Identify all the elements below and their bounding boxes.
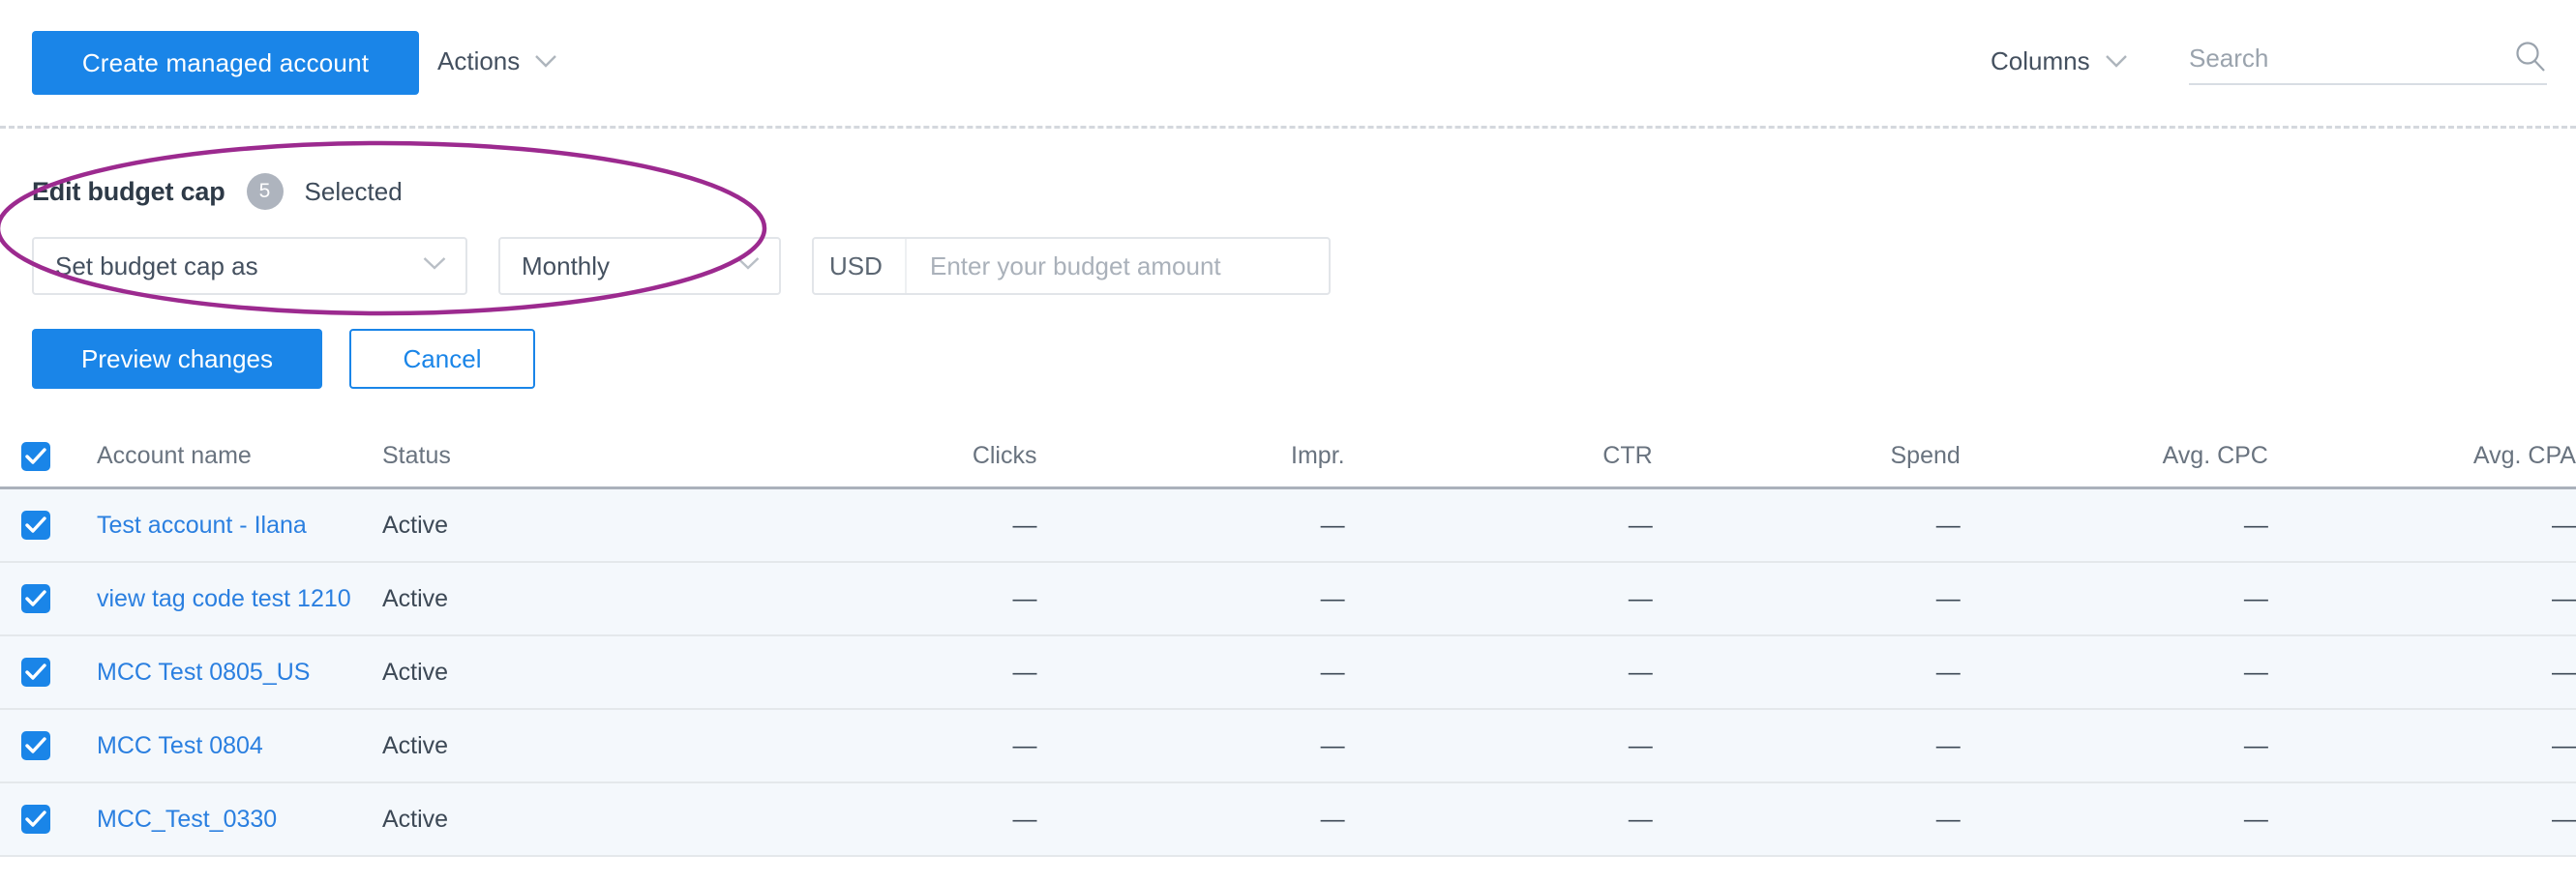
column-header-ctr[interactable]: CTR bbox=[1603, 442, 1652, 469]
chevron-down-icon bbox=[2105, 55, 2127, 68]
currency-prefix: USD bbox=[814, 239, 907, 293]
search-input[interactable] bbox=[2189, 37, 2508, 79]
top-toolbar: Create managed account Actions Columns bbox=[0, 0, 2576, 127]
metric-ctr: — bbox=[1628, 658, 1653, 686]
metric-avg-cpa: — bbox=[2551, 805, 2576, 833]
column-header-account-name[interactable]: Account name bbox=[97, 442, 252, 469]
create-managed-account-button[interactable]: Create managed account bbox=[32, 31, 419, 95]
row-checkbox[interactable] bbox=[21, 658, 50, 687]
account-status: Active bbox=[382, 658, 449, 686]
cancel-button[interactable]: Cancel bbox=[349, 329, 535, 389]
metric-avg-cpa: — bbox=[2551, 731, 2576, 759]
metric-avg-cpc: — bbox=[2243, 805, 2268, 833]
columns-dropdown[interactable]: Columns bbox=[1991, 46, 2127, 76]
selected-label: Selected bbox=[304, 176, 403, 206]
metric-avg-cpc: — bbox=[2243, 511, 2268, 539]
metric-clicks: — bbox=[1012, 511, 1037, 539]
panel-actions: Preview changes Cancel bbox=[32, 329, 535, 389]
metric-spend: — bbox=[1935, 731, 1961, 759]
edit-budget-cap-panel: Edit budget cap 5 Selected Set budget ca… bbox=[0, 135, 1355, 389]
select-all-cell[interactable] bbox=[0, 441, 58, 471]
budget-period-value: Monthly bbox=[522, 250, 611, 280]
toolbar-divider bbox=[0, 126, 2576, 129]
account-name-link[interactable]: MCC Test 0805_US bbox=[97, 659, 310, 686]
metric-spend: — bbox=[1935, 584, 1961, 612]
metric-ctr: — bbox=[1628, 805, 1653, 833]
metric-clicks: — bbox=[1012, 584, 1037, 612]
columns-dropdown-label: Columns bbox=[1991, 46, 2090, 75]
budget-amount-field[interactable]: USD bbox=[812, 237, 1331, 295]
account-status: Active bbox=[382, 731, 449, 759]
table-row[interactable]: view tag code test 1210 Active — — — — — — bbox=[0, 563, 2576, 636]
row-checkbox[interactable] bbox=[21, 731, 50, 760]
row-select-cell[interactable] bbox=[0, 658, 58, 687]
metric-impr: — bbox=[1320, 511, 1345, 539]
actions-dropdown-label: Actions bbox=[437, 46, 521, 75]
metric-clicks: — bbox=[1012, 805, 1037, 833]
budget-period-select[interactable]: Monthly bbox=[498, 237, 781, 295]
row-checkbox[interactable] bbox=[21, 584, 50, 613]
actions-dropdown[interactable]: Actions bbox=[437, 46, 557, 76]
chevron-down-icon bbox=[535, 55, 557, 68]
row-select-cell[interactable] bbox=[0, 584, 58, 613]
row-checkbox[interactable] bbox=[21, 511, 50, 540]
budget-cap-type-value: Set budget cap as bbox=[55, 250, 258, 280]
table-row[interactable]: Test account - Ilana Active — — — — — — bbox=[0, 489, 2576, 563]
panel-header: Edit budget cap 5 Selected bbox=[32, 173, 403, 210]
table-row[interactable]: MCC Test 0805_US Active — — — — — — bbox=[0, 636, 2576, 710]
selected-count-badge: 5 bbox=[246, 173, 284, 210]
metric-impr: — bbox=[1320, 584, 1345, 612]
account-name-link[interactable]: Test account - Ilana bbox=[97, 512, 307, 539]
budget-cap-type-select[interactable]: Set budget cap as bbox=[32, 237, 467, 295]
metric-ctr: — bbox=[1628, 731, 1653, 759]
row-select-cell[interactable] bbox=[0, 805, 58, 834]
table-header-row: Account name Status Clicks Impr. CTR Spe… bbox=[0, 426, 2576, 489]
account-status: Active bbox=[382, 511, 449, 539]
account-name-link[interactable]: MCC Test 0804 bbox=[97, 732, 263, 759]
metric-avg-cpc: — bbox=[2243, 584, 2268, 612]
table-row[interactable]: MCC Test 0804 Active — — — — — — bbox=[0, 710, 2576, 783]
metric-avg-cpa: — bbox=[2551, 511, 2576, 539]
budget-amount-input[interactable] bbox=[907, 239, 1329, 293]
metric-clicks: — bbox=[1012, 658, 1037, 686]
chevron-down-icon bbox=[423, 257, 446, 276]
account-name-link[interactable]: view tag code test 1210 bbox=[97, 585, 351, 612]
panel-title: Edit budget cap bbox=[32, 176, 225, 206]
select-all-checkbox[interactable] bbox=[21, 441, 50, 471]
column-header-avg-cpc[interactable]: Avg. CPC bbox=[2163, 442, 2268, 469]
metric-avg-cpc: — bbox=[2243, 731, 2268, 759]
row-select-cell[interactable] bbox=[0, 511, 58, 540]
account-status: Active bbox=[382, 805, 449, 833]
metric-impr: — bbox=[1320, 731, 1345, 759]
column-header-clicks[interactable]: Clicks bbox=[973, 442, 1037, 469]
metric-impr: — bbox=[1320, 805, 1345, 833]
row-select-cell[interactable] bbox=[0, 731, 58, 760]
account-name-link[interactable]: MCC_Test_0330 bbox=[97, 806, 277, 833]
accounts-table: Account name Status Clicks Impr. CTR Spe… bbox=[0, 426, 2576, 857]
chevron-down-icon bbox=[736, 257, 760, 276]
column-header-impr[interactable]: Impr. bbox=[1291, 442, 1345, 469]
metric-avg-cpc: — bbox=[2243, 658, 2268, 686]
table-body: Test account - Ilana Active — — — — — — view tag… bbox=[0, 489, 2576, 857]
metric-spend: — bbox=[1935, 658, 1961, 686]
column-header-spend[interactable]: Spend bbox=[1890, 442, 1960, 469]
metric-impr: — bbox=[1320, 658, 1345, 686]
column-header-avg-cpa[interactable]: Avg. CPA bbox=[2473, 442, 2576, 469]
budget-controls-row: Set budget cap as Monthly USD bbox=[32, 237, 1331, 295]
metric-spend: — bbox=[1935, 511, 1961, 539]
row-checkbox[interactable] bbox=[21, 805, 50, 834]
preview-changes-button[interactable]: Preview changes bbox=[32, 329, 322, 389]
app-root: Create managed account Actions Columns S… bbox=[0, 0, 2576, 884]
metric-clicks: — bbox=[1012, 731, 1037, 759]
metric-avg-cpa: — bbox=[2551, 658, 2576, 686]
table-row[interactable]: MCC_Test_0330 Active — — — — — — bbox=[0, 783, 2576, 857]
metric-avg-cpa: — bbox=[2551, 584, 2576, 612]
account-status: Active bbox=[382, 584, 449, 612]
metric-ctr: — bbox=[1628, 511, 1653, 539]
search-icon[interactable] bbox=[2514, 41, 2547, 74]
metric-spend: — bbox=[1935, 805, 1961, 833]
search-field[interactable] bbox=[2189, 37, 2547, 85]
metric-ctr: — bbox=[1628, 584, 1653, 612]
column-header-status[interactable]: Status bbox=[382, 442, 451, 469]
